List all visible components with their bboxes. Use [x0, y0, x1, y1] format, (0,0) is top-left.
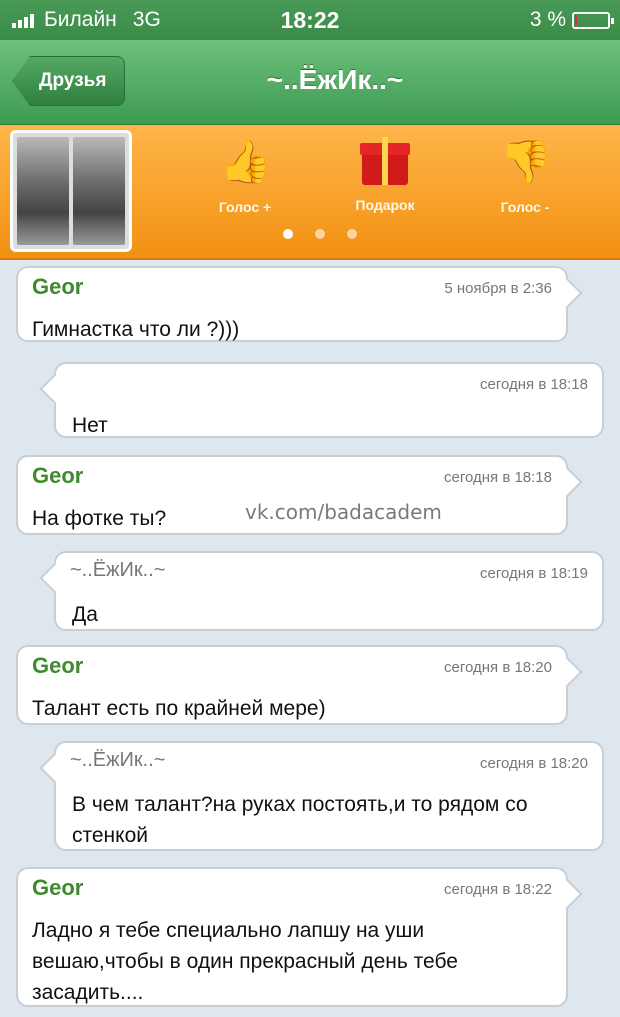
watermark: vk.com/badacadem — [245, 500, 442, 524]
message-sender: ~..ЁжИк..~ — [70, 749, 166, 771]
vote-up-button[interactable]: 👍 Голос + — [185, 137, 305, 215]
page-dot — [347, 229, 357, 239]
message-sender: Geor — [32, 875, 84, 900]
back-button[interactable]: Друзья — [12, 56, 126, 106]
vote-up-label: Голос + — [218, 199, 272, 215]
message-sender: Geor — [32, 653, 84, 678]
message-bubble[interactable]: Geor 5 ноября в 2:36 Гимнастка что ли ?)… — [16, 266, 568, 342]
thumbs-down-icon: 👎 — [500, 138, 553, 185]
message-time: сегодня в 18:22 — [444, 881, 552, 898]
profile-action-bar: 👍 Голос + Подарок 👎 Голос - — [0, 125, 620, 260]
battery-percent: 3 % — [529, 8, 566, 31]
message-sender: ~..ЁжИк..~ — [70, 559, 166, 581]
message-bubble[interactable]: сегодня в 18:18 Нет — [54, 362, 604, 438]
nav-bar: Друзья ~..ЁжИк..~ — [0, 40, 620, 125]
message-bubble[interactable]: Geor сегодня в 18:22 Ладно я тебе специа… — [16, 867, 568, 1007]
message-text: Талант есть по крайней мере) — [32, 697, 326, 720]
gift-icon — [360, 137, 410, 185]
page-dot — [315, 229, 325, 239]
message-text: Гимнастка что ли ?))) — [32, 318, 240, 341]
status-bar: Билайн 3G 18:22 3 % — [0, 0, 620, 40]
gift-label: Подарок — [355, 197, 415, 213]
battery-info: 3 % — [529, 8, 614, 32]
clock: 18:22 — [280, 7, 340, 33]
message-text: Нет — [72, 414, 108, 437]
message-text: Ладно я тебе специально лапшу на уши веш… — [32, 919, 458, 1004]
message-time: 5 ноября в 2:36 — [444, 280, 552, 297]
message-sender: Geor — [32, 274, 84, 299]
page-indicator[interactable] — [0, 229, 620, 239]
message-time: сегодня в 18:20 — [444, 659, 552, 676]
message-bubble[interactable]: Geor сегодня в 18:20 Талант есть по край… — [16, 645, 568, 725]
message-bubble[interactable]: ~..ЁжИк..~ сегодня в 18:19 Да — [54, 551, 604, 631]
page-dot — [283, 229, 293, 239]
message-time: сегодня в 18:18 — [444, 469, 552, 486]
thumbs-up-icon: 👍 — [220, 138, 273, 185]
vote-down-button[interactable]: 👎 Голос - — [465, 137, 585, 215]
message-bubble[interactable]: ~..ЁжИк..~ сегодня в 18:20 В чем талант?… — [54, 741, 604, 851]
message-text: В чем талант?на руках постоять,и то рядо… — [72, 793, 528, 847]
message-text: Да — [72, 603, 98, 626]
message-time: сегодня в 18:18 — [480, 376, 588, 393]
message-time: сегодня в 18:20 — [480, 755, 588, 772]
page-title: ~..ЁжИк..~ — [266, 64, 404, 95]
battery-icon — [572, 11, 614, 29]
message-sender: Geor — [32, 463, 84, 488]
message-time: сегодня в 18:19 — [480, 565, 588, 582]
vote-down-label: Голос - — [500, 199, 550, 215]
gift-button[interactable]: Подарок — [325, 137, 445, 213]
